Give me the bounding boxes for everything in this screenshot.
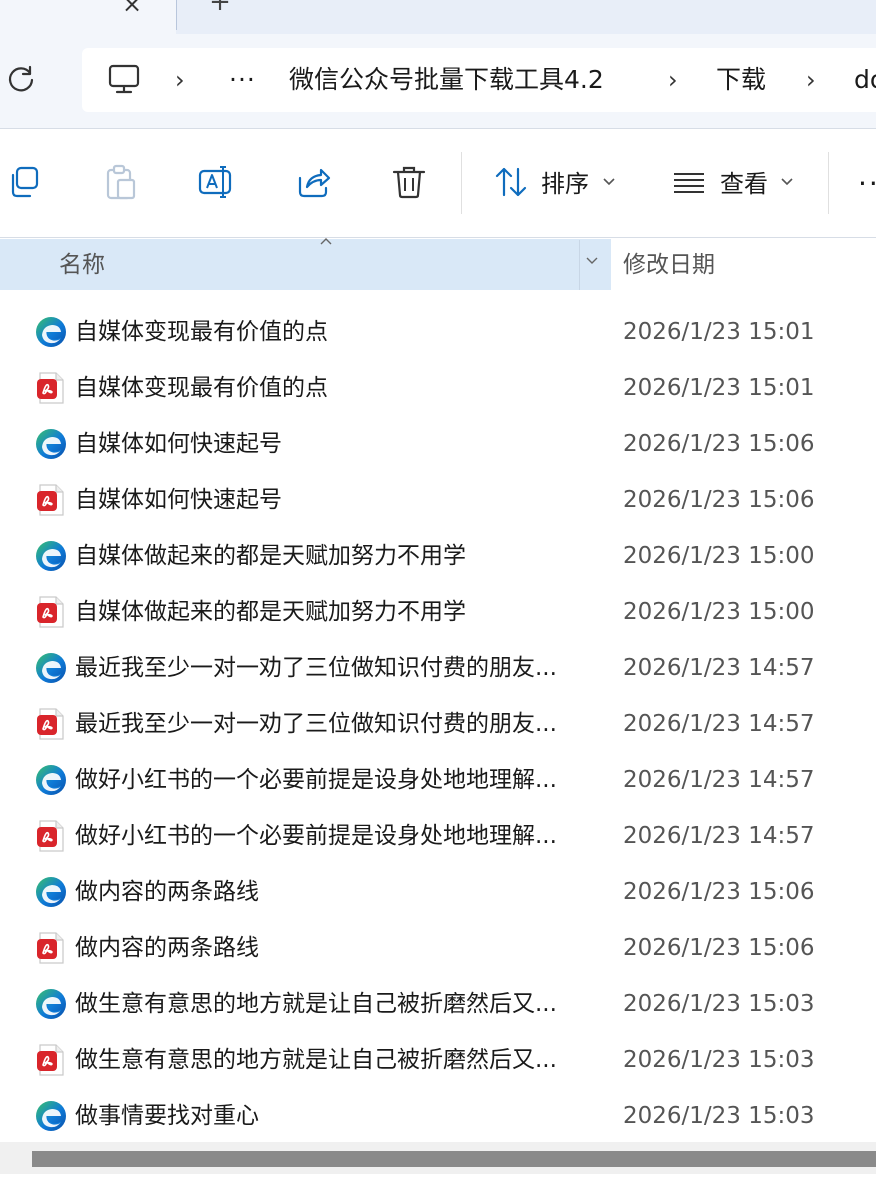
breadcrumb-current-folder[interactable]: do xyxy=(854,62,876,98)
column-divider[interactable] xyxy=(579,240,580,290)
edge-html-icon xyxy=(34,315,68,349)
file-list: 自媒体变现最有价值的点 2026/1/23 15:01 自媒体变现最有价值的点 20… xyxy=(0,304,876,1144)
horizontal-scrollbar-thumb[interactable] xyxy=(32,1151,876,1167)
active-tab[interactable] xyxy=(0,0,176,34)
file-row[interactable]: 最近我至少一对一劝了三位做知识付费的朋友... 2026/1/23 14:57 xyxy=(0,640,876,696)
file-modified-date: 2026/1/23 14:57 xyxy=(623,823,815,849)
paste-icon xyxy=(100,162,140,202)
divider xyxy=(0,237,876,238)
edge-html-icon xyxy=(34,651,68,685)
file-name[interactable]: 做生意有意思的地方就是让自己被折磨然后又... xyxy=(75,986,575,1022)
file-name[interactable]: 做好小红书的一个必要前提是设身处地地理解... xyxy=(75,762,575,798)
sort-icon[interactable] xyxy=(492,162,532,202)
refresh-icon[interactable] xyxy=(6,64,36,94)
new-tab-icon[interactable]: + xyxy=(206,0,234,15)
edge-html-icon xyxy=(34,987,68,1021)
file-row[interactable]: 最近我至少一对一劝了三位做知识付费的朋友... 2026/1/23 14:57 xyxy=(0,696,876,752)
computer-icon[interactable] xyxy=(107,62,141,96)
edge-html-icon xyxy=(34,1099,68,1133)
pdf-icon xyxy=(34,483,68,517)
file-modified-date: 2026/1/23 15:00 xyxy=(623,599,815,625)
file-name[interactable]: 自媒体如何快速起号 xyxy=(75,426,575,462)
file-row[interactable]: 自媒体做起来的都是天赋加努力不用学 2026/1/23 15:00 xyxy=(0,528,876,584)
file-modified-date: 2026/1/23 15:06 xyxy=(623,431,815,457)
toolbar-divider xyxy=(828,152,829,214)
pdf-icon xyxy=(34,931,68,965)
pdf-icon xyxy=(34,595,68,629)
breadcrumb-separator: › xyxy=(175,66,185,94)
column-header-name-label: 名称 xyxy=(59,252,105,278)
toolbar-divider xyxy=(461,152,462,214)
file-modified-date: 2026/1/23 15:03 xyxy=(623,1047,815,1073)
file-modified-date: 2026/1/23 14:57 xyxy=(623,767,815,793)
sort-button[interactable]: 排序 xyxy=(541,166,589,202)
file-row[interactable]: 自媒体如何快速起号 2026/1/23 15:06 xyxy=(0,416,876,472)
pdf-icon xyxy=(34,819,68,853)
file-name[interactable]: 最近我至少一对一劝了三位做知识付费的朋友... xyxy=(75,706,575,742)
file-name[interactable]: 做事情要找对重心 xyxy=(75,1098,575,1134)
status-bar xyxy=(0,1174,876,1190)
chevron-down-icon[interactable] xyxy=(780,168,794,200)
file-row[interactable]: 做好小红书的一个必要前提是设身处地地理解... 2026/1/23 14:57 xyxy=(0,808,876,864)
file-name[interactable]: 做内容的两条路线 xyxy=(75,930,575,966)
column-filter-chevron-icon[interactable] xyxy=(584,250,600,278)
file-modified-date: 2026/1/23 15:03 xyxy=(623,991,815,1017)
file-modified-date: 2026/1/23 15:03 xyxy=(623,1103,815,1129)
file-name[interactable]: 自媒体变现最有价值的点 xyxy=(75,314,575,350)
trash-icon[interactable] xyxy=(389,162,429,202)
file-modified-date: 2026/1/23 14:57 xyxy=(623,655,815,681)
edge-html-icon xyxy=(34,427,68,461)
file-name[interactable]: 做生意有意思的地方就是让自己被折磨然后又... xyxy=(75,1042,575,1078)
file-modified-date: 2026/1/23 15:06 xyxy=(623,487,815,513)
file-name[interactable]: 自媒体做起来的都是天赋加努力不用学 xyxy=(75,538,575,574)
file-name[interactable]: 最近我至少一对一劝了三位做知识付费的朋友... xyxy=(75,650,575,686)
file-row[interactable]: 做内容的两条路线 2026/1/23 15:06 xyxy=(0,920,876,976)
edge-html-icon xyxy=(34,763,68,797)
file-row[interactable]: 做内容的两条路线 2026/1/23 15:06 xyxy=(0,864,876,920)
rename-icon[interactable] xyxy=(196,162,236,202)
file-row[interactable]: 做生意有意思的地方就是让自己被折磨然后又... 2026/1/23 15:03 xyxy=(0,976,876,1032)
file-modified-date: 2026/1/23 15:01 xyxy=(623,319,815,345)
file-row[interactable]: 自媒体变现最有价值的点 2026/1/23 15:01 xyxy=(0,360,876,416)
file-row[interactable]: 做事情要找对重心 2026/1/23 15:03 xyxy=(0,1088,876,1144)
file-modified-date: 2026/1/23 15:01 xyxy=(623,375,815,401)
file-row[interactable]: 做生意有意思的地方就是让自己被折磨然后又... 2026/1/23 15:03 xyxy=(0,1032,876,1088)
breadcrumb-overflow[interactable]: ··· xyxy=(229,62,256,98)
copy-icon[interactable] xyxy=(6,162,46,202)
sort-ascending-icon xyxy=(318,236,334,252)
file-name[interactable]: 自媒体做起来的都是天赋加努力不用学 xyxy=(75,594,575,630)
file-name[interactable]: 做好小红书的一个必要前提是设身处地地理解... xyxy=(75,818,575,854)
file-row[interactable]: 做好小红书的一个必要前提是设身处地地理解... 2026/1/23 14:57 xyxy=(0,752,876,808)
file-name[interactable]: 自媒体如何快速起号 xyxy=(75,482,575,518)
file-modified-date: 2026/1/23 14:57 xyxy=(623,711,815,737)
breadcrumb-separator: › xyxy=(668,66,678,94)
breadcrumb-download-folder[interactable]: 下载 xyxy=(716,62,766,98)
tab-divider xyxy=(176,0,177,30)
file-name[interactable]: 自媒体变现最有价值的点 xyxy=(75,370,575,406)
close-tab-icon[interactable]: × xyxy=(118,0,146,16)
edge-html-icon xyxy=(34,875,68,909)
pdf-icon xyxy=(34,1043,68,1077)
file-row[interactable]: 自媒体如何快速起号 2026/1/23 15:06 xyxy=(0,472,876,528)
file-row[interactable]: 自媒体做起来的都是天赋加努力不用学 2026/1/23 15:00 xyxy=(0,584,876,640)
pdf-icon xyxy=(34,371,68,405)
breadcrumb-separator: › xyxy=(806,66,816,94)
file-row[interactable]: 自媒体变现最有价值的点 2026/1/23 15:01 xyxy=(0,304,876,360)
pdf-icon xyxy=(34,707,68,741)
column-header-modified[interactable]: 修改日期 xyxy=(623,247,715,283)
file-modified-date: 2026/1/23 15:06 xyxy=(623,879,815,905)
file-modified-date: 2026/1/23 15:00 xyxy=(623,543,815,569)
breadcrumb-tool-folder[interactable]: 微信公众号批量下载工具4.2 xyxy=(289,62,604,98)
chevron-down-icon[interactable] xyxy=(602,168,616,200)
file-modified-date: 2026/1/23 15:06 xyxy=(623,935,815,961)
file-name[interactable]: 做内容的两条路线 xyxy=(75,874,575,910)
view-icon[interactable] xyxy=(670,162,710,202)
view-button[interactable]: 查看 xyxy=(720,166,768,202)
more-options-icon[interactable]: ·· xyxy=(858,166,876,202)
edge-html-icon xyxy=(34,539,68,573)
share-icon[interactable] xyxy=(294,162,334,202)
